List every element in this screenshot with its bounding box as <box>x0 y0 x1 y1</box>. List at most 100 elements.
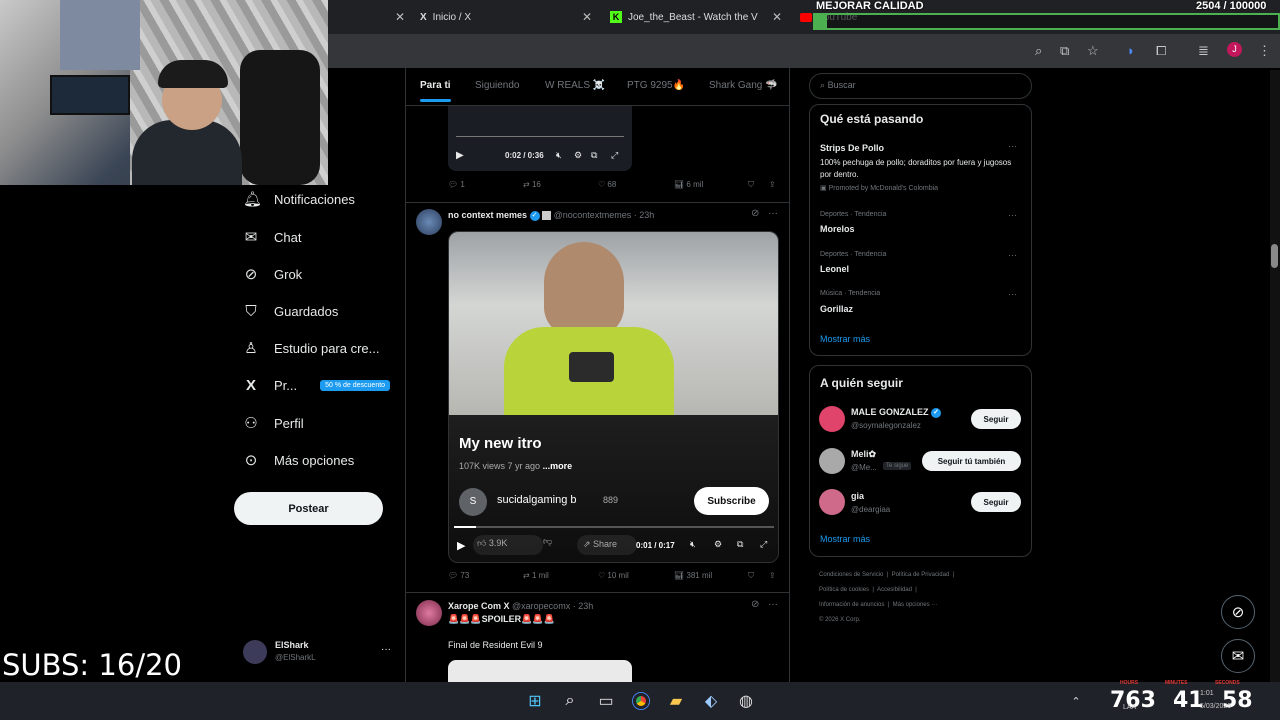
bookmark-icon[interactable]: ⛉ <box>748 571 754 581</box>
trend-name[interactable]: Leonel <box>820 264 849 274</box>
tab-list-ptg[interactable]: PTG 9295🔥 <box>627 80 685 91</box>
trend-name[interactable]: Gorillaz <box>820 304 853 314</box>
account-switcher[interactable]: ElShark @ElSharkL ··· <box>243 639 398 669</box>
scrollbar[interactable] <box>1270 70 1280 682</box>
obs-icon[interactable]: ◍ <box>735 690 757 712</box>
show-more-link[interactable]: Mostrar más <box>820 534 870 544</box>
footer-link[interactable]: Política de Privacidad <box>892 572 950 578</box>
more-icon[interactable]: ··· <box>1008 289 1017 299</box>
footer-link[interactable]: Política de cookies <box>819 587 869 593</box>
yt-like-button[interactable]: 👍︎ 3.9K <box>473 535 543 555</box>
play-icon[interactable]: ▶ <box>456 150 464 161</box>
tab-kick[interactable]: K Joe_the_Beast - Watch the VOD ✕ <box>610 7 782 27</box>
nav-bookmarks[interactable]: ⛉ Guardados <box>243 299 338 323</box>
promo-name[interactable]: Strips De Pollo <box>820 143 884 153</box>
star-icon[interactable]: ☆ <box>1087 43 1099 59</box>
cast-icon[interactable]: ⧉ <box>1060 43 1069 59</box>
media-icon[interactable]: ≣ <box>1198 43 1209 59</box>
bookmark-icon[interactable]: ⛉ <box>748 180 754 190</box>
author-name[interactable]: no context memes <box>448 210 527 220</box>
pip-icon[interactable]: ⧉ <box>737 539 743 550</box>
share-icon[interactable]: ⇪ <box>769 571 776 580</box>
footer-link[interactable]: Información de anuncios <box>819 602 884 608</box>
grok-float-icon[interactable]: ⊘ <box>1221 595 1255 629</box>
tab-list-shark-gang[interactable]: Shark Gang 🦈 <box>709 80 778 91</box>
chevron-up-icon[interactable]: ⌃ <box>1065 690 1087 712</box>
more-icon[interactable]: ··· <box>1008 141 1017 151</box>
show-more-link[interactable]: Mostrar más <box>820 334 870 344</box>
reply-button[interactable]: 💬︎ 73 <box>448 571 469 580</box>
windows-start-icon[interactable]: ⊞ <box>524 690 546 712</box>
channel-avatar[interactable]: S <box>459 488 487 516</box>
tweet-time[interactable]: 23h <box>639 210 654 220</box>
thumbs-down-icon[interactable]: 👎︎ <box>543 536 552 547</box>
kebab-menu-icon[interactable]: ⋮ <box>1258 43 1271 59</box>
views-stat[interactable]: 📊︎ 6 mil <box>674 180 703 189</box>
post-button[interactable]: Postear <box>234 492 383 525</box>
nav-profile[interactable]: ⚇ Perfil <box>243 411 303 435</box>
footer-link[interactable]: Accesibilidad <box>877 587 912 593</box>
more-icon[interactable]: ··· <box>1008 210 1017 220</box>
close-icon[interactable]: ✕ <box>395 10 405 24</box>
more-icon[interactable]: ··· <box>381 644 391 655</box>
footer-link[interactable]: Más opciones ··· <box>893 602 938 608</box>
search-input[interactable]: ⌕ Buscar <box>809 73 1032 99</box>
tab-list-w-reals[interactable]: W REALS ☠️ <box>545 80 605 91</box>
avatar[interactable] <box>416 600 442 626</box>
grok-icon[interactable]: ⊘ <box>751 208 759 219</box>
subscribe-button[interactable]: Subscribe <box>694 487 769 515</box>
nav-premium[interactable]: X Pr... 50 % de descuento <box>243 373 391 397</box>
share-icon[interactable]: ⇪ <box>769 180 776 189</box>
follow-handle[interactable]: @Me... <box>851 463 877 472</box>
tweet-time[interactable]: 23h <box>578 601 593 611</box>
search-icon[interactable]: ⌕ <box>559 690 581 712</box>
top-video-player[interactable]: ▶ 0:02 / 0:36 🔇︎ ⚙ ⧉ ⤢ <box>448 106 632 171</box>
nav-notifications[interactable]: 🔔︎ Notificaciones <box>243 187 355 211</box>
taskbar-time[interactable]: 1:01 <box>1200 690 1214 697</box>
profile-avatar-icon[interactable]: J <box>1227 42 1242 57</box>
repost-button[interactable]: ⇄ 16 <box>523 180 541 189</box>
nav-more-options[interactable]: ⊙ Más opciones <box>243 448 355 472</box>
play-icon[interactable]: ▶ <box>457 539 465 552</box>
tab-x-home[interactable]: X Inicio / X ✕ <box>420 7 592 27</box>
more-icon[interactable]: ··· <box>768 208 778 219</box>
video-scrubber[interactable] <box>456 136 624 137</box>
footer-link[interactable]: Condiciones de Servicio <box>819 572 883 578</box>
follow-name[interactable]: gia <box>851 491 864 501</box>
trend-name[interactable]: Morelos <box>820 224 855 234</box>
follow-back-button[interactable]: Seguir tú también <box>922 451 1021 471</box>
file-explorer-icon[interactable]: ▰ <box>665 690 687 712</box>
messages-float-icon[interactable]: ✉ <box>1221 639 1255 673</box>
yt-video-title[interactable]: My new itro <box>459 435 542 452</box>
mute-icon[interactable]: 🔇︎ <box>556 150 562 161</box>
video-scrubber[interactable] <box>454 526 774 528</box>
more-icon[interactable]: ··· <box>1008 250 1017 260</box>
pip-icon[interactable]: ⧉ <box>591 150 597 161</box>
fullscreen-icon[interactable]: ⤢ <box>611 150 618 161</box>
task-view-icon[interactable]: ▭ <box>595 690 617 712</box>
nav-grok[interactable]: ⊘ Grok <box>243 262 302 286</box>
fullscreen-icon[interactable]: ⤢ <box>760 539 767 550</box>
zoom-icon[interactable]: ⌕ <box>1035 43 1042 59</box>
channel-name[interactable]: sucidalgaming b <box>497 494 577 506</box>
follow-handle[interactable]: @soymalegonzalez <box>851 421 921 430</box>
chrome-icon[interactable] <box>630 690 652 712</box>
like-button[interactable]: ♡ 68 <box>598 180 616 189</box>
grok-icon[interactable]: ⊘ <box>751 599 759 610</box>
tweet-media[interactable] <box>448 660 632 682</box>
repost-button[interactable]: ⇄ 1 mil <box>523 571 549 580</box>
follow-button[interactable]: Seguir <box>971 409 1021 429</box>
close-icon[interactable]: ✕ <box>772 10 782 24</box>
settings-icon[interactable]: ⚙ <box>714 539 722 550</box>
puzzle-icon[interactable]: ⧠ <box>1156 43 1166 59</box>
more-link[interactable]: ...more <box>543 461 573 471</box>
author-handle[interactable]: @nocontextmemes <box>554 210 632 220</box>
avatar[interactable] <box>819 448 845 474</box>
mute-icon[interactable]: 🔇︎ <box>690 539 696 550</box>
avatar[interactable] <box>819 406 845 432</box>
embedded-youtube-player[interactable]: My new itro 107K views 7 yr ago ...more … <box>448 231 779 563</box>
avatar[interactable] <box>819 489 845 515</box>
scrollbar-thumb[interactable] <box>1271 244 1278 268</box>
like-button[interactable]: ♡ 10 mil <box>598 571 629 580</box>
follow-handle[interactable]: @deargiaa <box>851 505 890 514</box>
